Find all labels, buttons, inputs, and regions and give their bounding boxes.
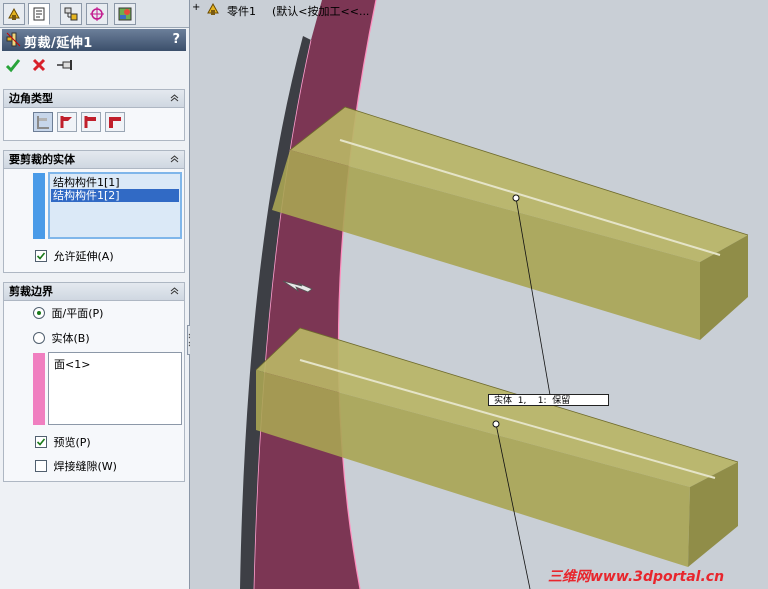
- bodies-to-trim-group: 要剪裁的实体 结构构件1[1] 结构构件1[2] 允许延伸(A): [3, 150, 185, 273]
- property-manager-tab[interactable]: [28, 3, 50, 25]
- feature-manager-tab[interactable]: [3, 3, 25, 25]
- preview-label: 预览(P): [53, 436, 91, 449]
- corner-type-group: 边角类型: [3, 89, 185, 141]
- allow-extend-row[interactable]: 允许延伸(A): [35, 248, 114, 264]
- boundary-list[interactable]: 面<1>: [48, 352, 182, 425]
- part-icon: [207, 2, 219, 15]
- end-trim-icon: [37, 116, 49, 129]
- corner-type-header[interactable]: 边角类型: [4, 90, 184, 108]
- upper-beam-handle[interactable]: [512, 194, 520, 202]
- panel-title-bar: 剪裁/延伸1 ?: [2, 29, 186, 51]
- bodies-list[interactable]: 结构构件1[1] 结构构件1[2]: [48, 172, 182, 239]
- preview-checkbox[interactable]: [35, 436, 47, 448]
- checkmark-icon: [36, 252, 46, 260]
- display-manager-tab[interactable]: [114, 3, 136, 25]
- configuration-manager-icon: [64, 7, 78, 21]
- display-manager-icon: [118, 7, 132, 21]
- tree-expand-toggle[interactable]: +: [192, 2, 200, 13]
- lower-beam-handle[interactable]: [492, 420, 500, 428]
- end-miter-icon: [60, 116, 72, 128]
- list-item[interactable]: 面<1>: [54, 356, 90, 372]
- end-butt2-button[interactable]: [105, 112, 125, 132]
- checkmark-icon: [36, 438, 46, 446]
- preview-row[interactable]: 预览(P): [35, 434, 91, 450]
- ok-check-icon[interactable]: [5, 57, 21, 73]
- weld-gap-checkbox[interactable]: [35, 460, 47, 472]
- collapse-chevron-icon[interactable]: [169, 285, 180, 296]
- selection-color-swatch: [33, 173, 45, 239]
- watermark: 三维网www.3dportal.cn: [548, 569, 725, 585]
- corner-type-title: 边角类型: [9, 92, 53, 105]
- face-plane-label: 面/平面(P): [51, 307, 104, 320]
- boundary-color-swatch: [33, 353, 45, 425]
- body-radio[interactable]: [33, 332, 45, 344]
- allow-extend-label: 允许延伸(A): [53, 250, 114, 263]
- body-label: 实体(B): [51, 332, 90, 345]
- feature-manager-icon: [8, 7, 20, 20]
- property-manager-icon: [33, 7, 45, 21]
- help-button[interactable]: ?: [172, 32, 180, 47]
- graphics-viewport[interactable]: [190, 0, 768, 589]
- weld-gap-label: 焊接缝隙(W): [53, 460, 117, 473]
- trim-callout[interactable]: 实体 1, 1: 保留: [488, 394, 609, 406]
- face-plane-option[interactable]: 面/平面(P): [33, 305, 103, 321]
- config-name: (默认<按加工<<...: [272, 5, 370, 18]
- trim-extend-icon: [6, 32, 21, 47]
- end-butt2-icon: [109, 117, 121, 128]
- trim-boundary-group: 剪裁边界 面/平面(P) 实体(B) 面<1> 预览(P) 焊接缝隙(W): [3, 282, 185, 482]
- trim-boundary-title: 剪裁边界: [9, 285, 53, 298]
- dimxpert-tab[interactable]: [86, 3, 108, 25]
- panel-title: 剪裁/延伸1: [24, 36, 93, 51]
- collapse-chevron-icon[interactable]: [169, 92, 180, 103]
- part-name[interactable]: 零件1: [227, 3, 256, 19]
- bodies-to-trim-title: 要剪裁的实体: [9, 153, 75, 166]
- list-item-selected[interactable]: 结构构件1[2]: [51, 189, 179, 202]
- bodies-to-trim-header[interactable]: 要剪裁的实体: [4, 151, 184, 169]
- trim-boundary-header[interactable]: 剪裁边界: [4, 283, 184, 301]
- end-butt1-icon: [84, 116, 96, 128]
- action-row: [3, 55, 187, 77]
- end-miter-button[interactable]: [57, 112, 77, 132]
- weld-gap-row[interactable]: 焊接缝隙(W): [35, 458, 117, 474]
- collapse-chevron-icon[interactable]: [169, 153, 180, 164]
- face-plane-radio[interactable]: [33, 307, 45, 319]
- list-item[interactable]: 结构构件1[1]: [53, 176, 120, 189]
- body-option[interactable]: 实体(B): [33, 330, 90, 346]
- end-butt1-button[interactable]: [81, 112, 101, 132]
- manager-tabs: [0, 0, 189, 28]
- property-manager-panel: 剪裁/延伸1 ? 边角类型 要剪裁的实体 结构构件1[1] 结构构件1[2] 允…: [0, 0, 193, 589]
- cancel-x-icon[interactable]: [31, 57, 47, 73]
- dimxpert-icon: [90, 7, 104, 21]
- allow-extend-checkbox[interactable]: [35, 250, 47, 262]
- configuration-manager-tab[interactable]: [60, 3, 82, 25]
- corner-type-buttons: [33, 112, 131, 134]
- end-trim-button[interactable]: [33, 112, 53, 132]
- pushpin-icon[interactable]: [56, 58, 74, 72]
